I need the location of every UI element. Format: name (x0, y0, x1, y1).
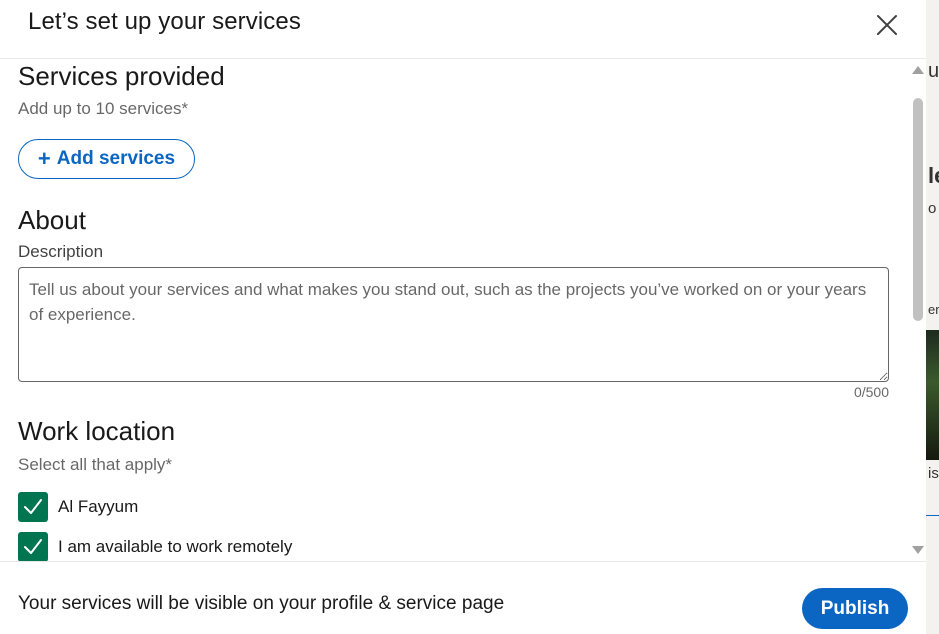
publish-button[interactable]: Publish (802, 588, 908, 629)
plus-icon: + (37, 146, 51, 171)
modal-title: Let’s set up your services (28, 8, 301, 35)
scroll-thumb[interactable] (913, 98, 923, 321)
modal-header: Let’s set up your services (0, 0, 926, 59)
description-label: Description (18, 242, 104, 261)
add-services-button[interactable]: + Add services (18, 139, 195, 179)
services-setup-modal: Let’s set up your services Services prov… (0, 0, 926, 634)
services-section-title: Services provided (18, 61, 225, 91)
background-text-fragment: er (928, 302, 939, 317)
checkmark-icon (24, 499, 42, 514)
description-textarea[interactable] (18, 267, 889, 382)
about-section-title: About (18, 205, 86, 235)
location-option-remote[interactable]: I am available to work remotely (18, 532, 292, 561)
background-text-fragment: le (928, 163, 939, 188)
location-option-al-fayyum[interactable]: Al Fayyum (18, 492, 138, 522)
background-divider (926, 515, 939, 516)
close-button[interactable] (868, 6, 906, 44)
checkbox-checked[interactable] (18, 532, 48, 561)
scroll-down-arrow-icon[interactable] (912, 546, 924, 554)
services-hint: Add up to 10 services* (18, 99, 189, 118)
visibility-notice: Your services will be visible on your pr… (18, 593, 505, 614)
checkbox-checked[interactable] (18, 492, 48, 522)
modal-scrollbar[interactable] (908, 60, 926, 561)
checkmark-icon (24, 539, 42, 554)
work-location-section-title: Work location (18, 416, 176, 446)
background-text-fragment: is (928, 465, 939, 482)
add-services-label: Add services (56, 148, 176, 169)
modal-body[interactable]: Services provided Add up to 10 services*… (0, 60, 926, 561)
location-option-label: I am available to work remotely (58, 537, 293, 556)
scroll-up-arrow-icon[interactable] (912, 66, 924, 74)
character-counter: 0/500 (853, 384, 889, 400)
background-page: u le o er is (926, 0, 939, 634)
work-location-hint: Select all that apply* (18, 455, 173, 474)
location-option-label: Al Fayyum (58, 497, 139, 516)
background-text-fragment: o (928, 200, 937, 217)
background-image (926, 330, 939, 460)
close-icon (877, 15, 897, 35)
modal-footer: Your services will be visible on your pr… (0, 561, 926, 634)
background-text-fragment: u (928, 60, 939, 82)
